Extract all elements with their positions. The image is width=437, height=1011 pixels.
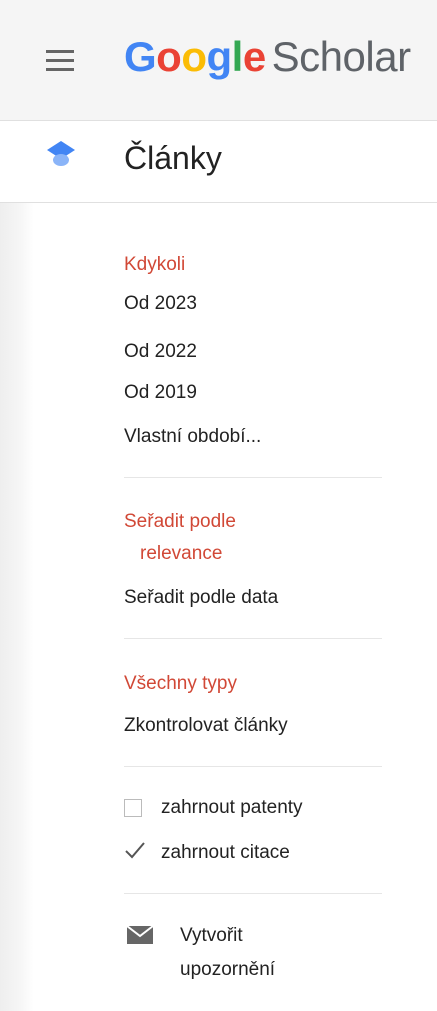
logo-scholar-text: Scholar xyxy=(271,33,411,80)
logo-letter-e: e xyxy=(242,33,266,80)
hamburger-menu-icon[interactable] xyxy=(46,50,74,72)
filter-custom-range[interactable]: Vlastní období... xyxy=(124,425,261,449)
envelope-icon xyxy=(126,925,154,944)
google-scholar-logo[interactable]: Google Scholar xyxy=(124,32,411,82)
include-patents-checkbox[interactable] xyxy=(124,799,142,817)
graduation-cap-icon xyxy=(47,141,75,166)
filter-review-articles[interactable]: Zkontrolovat články xyxy=(124,714,288,738)
include-patents-label[interactable]: zahrnout patenty xyxy=(161,796,303,820)
filter-all-types[interactable]: Všechny typy xyxy=(124,672,237,696)
filter-since-2022[interactable]: Od 2022 xyxy=(124,340,197,364)
filter-since-2023[interactable]: Od 2023 xyxy=(124,292,197,316)
filter-anytime[interactable]: Kdykoli xyxy=(124,253,185,277)
section-title[interactable]: Články xyxy=(124,138,222,178)
divider xyxy=(124,766,382,767)
divider xyxy=(124,893,382,894)
checkmark-icon[interactable] xyxy=(124,839,146,861)
logo-letter-l: l xyxy=(231,33,244,80)
logo-letter-g2: g xyxy=(206,33,232,80)
divider xyxy=(124,477,382,478)
logo-letter-o1: o xyxy=(156,33,182,80)
include-citations-label[interactable]: zahrnout citace xyxy=(161,841,290,865)
logo-letter-o2: o xyxy=(181,33,207,80)
sort-by-relevance-line1[interactable]: Seřadit podle xyxy=(124,510,236,534)
sort-by-date[interactable]: Seřadit podle data xyxy=(124,586,278,610)
create-alert-line2[interactable]: upozornění xyxy=(180,958,275,982)
sort-by-relevance-line2[interactable]: relevance xyxy=(140,542,222,566)
logo-letter-g: G xyxy=(124,33,157,80)
divider xyxy=(124,638,382,639)
filter-since-2019[interactable]: Od 2019 xyxy=(124,381,197,405)
scholar-side-panel: Google Scholar Články Kdykoli Od 2023 Od … xyxy=(0,0,437,1011)
create-alert-line1[interactable]: Vytvořit xyxy=(180,924,243,948)
